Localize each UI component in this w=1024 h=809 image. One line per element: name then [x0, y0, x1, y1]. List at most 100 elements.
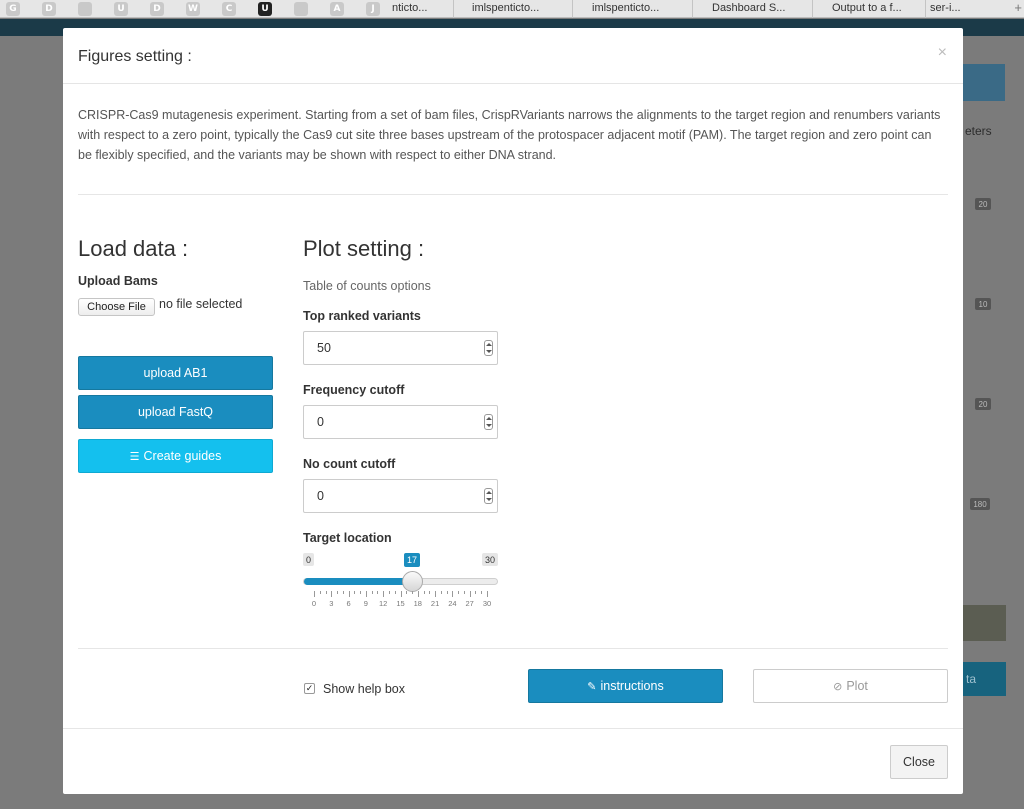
browser-tab[interactable]: imlspenticto... [472, 2, 552, 14]
slider-tick [342, 591, 344, 594]
create-guides-button[interactable]: ☰ Create guides [78, 439, 273, 473]
background-badge: 180 [970, 498, 990, 510]
divider [78, 648, 948, 649]
plot-setting-heading: Plot setting : [303, 236, 425, 261]
frequency-cutoff-input[interactable]: 0 [303, 405, 498, 439]
slider-tick [412, 591, 414, 594]
show-help-label[interactable]: Show help box [323, 682, 405, 696]
tab-divider [812, 0, 813, 18]
target-location-label: Target location [303, 531, 392, 545]
table-options-subtitle: Table of counts options [303, 279, 431, 293]
file-status-text: no file selected [159, 297, 243, 311]
browser-tab-bar: G D U D W C U A J nticto... imlspenticto… [0, 0, 1024, 18]
slider-tick [325, 591, 327, 594]
slider-tick [319, 591, 321, 594]
slider-tick-label: 18 [413, 599, 422, 608]
slider-tick [360, 591, 362, 594]
upload-ab1-button[interactable]: upload AB1 [78, 356, 273, 390]
slider-tick [354, 591, 356, 594]
background-badge: 20 [975, 198, 991, 210]
pinned-tab-favicon[interactable]: U [114, 2, 128, 16]
slider-tick [417, 591, 419, 597]
slider-tick-label: 21 [430, 599, 440, 608]
pencil-icon: ✎ [587, 679, 597, 693]
pinned-tab-favicon[interactable]: A [330, 2, 344, 16]
slider-fill [304, 578, 414, 585]
slider-max-label: 30 [482, 553, 499, 566]
slider-tick [446, 591, 448, 594]
slider-tick [406, 591, 408, 594]
pinned-tab-favicon[interactable]: D [42, 2, 56, 16]
slider-tick [469, 591, 471, 597]
top-ranked-input[interactable]: 50 [303, 331, 498, 365]
spinner-icon[interactable] [484, 340, 493, 356]
background-badge: 20 [975, 398, 991, 410]
no-count-cutoff-value: 0 [317, 489, 324, 503]
background-label: eters [965, 124, 992, 138]
slider-tick [377, 591, 379, 594]
slider-tick [314, 591, 315, 597]
upload-fastq-button[interactable]: upload FastQ [78, 395, 273, 429]
pinned-tab-favicon[interactable]: G [6, 2, 20, 16]
browser-tab[interactable]: nticto... [392, 2, 452, 14]
browser-tab[interactable]: Dashboard S... [712, 2, 796, 14]
background-box [963, 605, 1006, 641]
plot-label: Plot [846, 679, 868, 693]
frequency-cutoff-label: Frequency cutoff [303, 383, 405, 397]
browser-tab[interactable]: Output to a f... [832, 2, 916, 14]
slider-tick [463, 591, 465, 594]
slider-tick-label: 0 [311, 599, 317, 608]
close-button[interactable]: Close [890, 745, 948, 779]
slider-tick [458, 591, 460, 594]
slider-track[interactable] [303, 578, 498, 585]
slider-tick-label: 6 [346, 599, 351, 608]
no-count-cutoff-label: No count cutoff [303, 457, 396, 471]
browser-tab[interactable]: ser-i... [930, 2, 970, 14]
figures-setting-modal: Figures setting : × CRISPR-Cas9 mutagene… [63, 28, 963, 794]
tab-divider [692, 0, 693, 18]
tab-divider [572, 0, 573, 18]
slider-min-label: 0 [303, 553, 315, 566]
slider-tick-label: 12 [379, 599, 388, 608]
show-help-checkbox[interactable]: ✓ [304, 683, 315, 694]
list-icon: ☰ [129, 449, 140, 463]
pinned-tab-favicon[interactable]: J [366, 2, 380, 16]
no-count-cutoff-input[interactable]: 0 [303, 479, 498, 513]
choose-file-button[interactable]: Choose File [78, 298, 155, 316]
new-tab-icon[interactable]: + [1014, 0, 1022, 15]
pinned-tab-favicon[interactable]: U [258, 2, 272, 16]
create-guides-label: Create guides [143, 449, 222, 463]
slider-tick-label: 27 [465, 599, 474, 608]
background-panel-header [963, 64, 1005, 101]
apple-icon[interactable] [78, 2, 92, 16]
github-icon[interactable] [294, 2, 308, 16]
tab-divider [925, 0, 926, 18]
modal-header: Figures setting : × [63, 28, 963, 84]
slider-tick [383, 591, 385, 597]
upload-bams-label: Upload Bams [78, 274, 158, 288]
top-ranked-label: Top ranked variants [303, 309, 421, 323]
top-ranked-value: 50 [317, 341, 331, 355]
slider-tick-label: 30 [482, 599, 492, 608]
instructions-label: instructions [600, 679, 664, 693]
pinned-tab-favicon[interactable]: C [222, 2, 236, 16]
instructions-button[interactable]: ✎ instructions [528, 669, 723, 703]
slider-tick [435, 591, 437, 597]
slider-handle[interactable] [401, 571, 423, 592]
background-button: ta [963, 662, 1006, 696]
pinned-tab-favicon[interactable]: W [186, 2, 200, 16]
slider-tick [365, 591, 367, 597]
browser-tab[interactable]: imlspenticto... [592, 2, 672, 14]
pinned-tab-favicon[interactable]: D [150, 2, 164, 16]
background-badge: 10 [975, 298, 991, 310]
slider-tick [440, 591, 442, 594]
spinner-icon[interactable] [484, 414, 493, 430]
close-icon[interactable]: × [938, 44, 947, 62]
plot-button[interactable]: ⊘ Plot [753, 669, 948, 703]
slider-tick-label: 3 [329, 599, 334, 608]
slider-tick [452, 591, 454, 597]
slider-tick [337, 591, 339, 594]
slider-tick-label: 9 [363, 599, 368, 608]
spinner-icon[interactable] [484, 488, 493, 504]
modal-title: Figures setting : [78, 48, 192, 65]
